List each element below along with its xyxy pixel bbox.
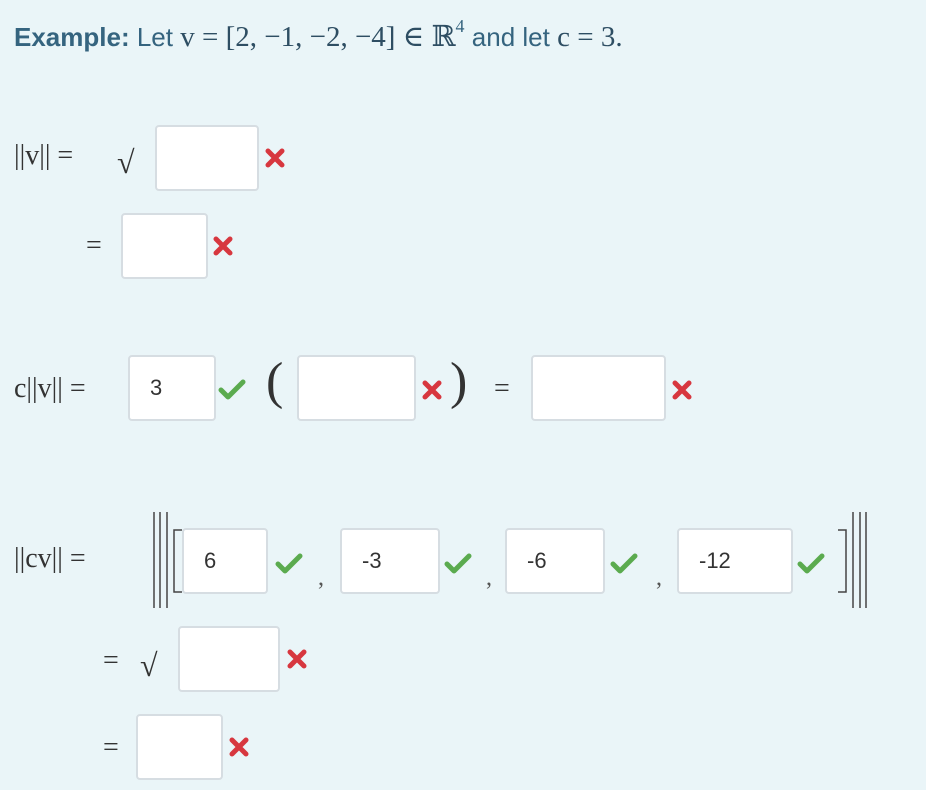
- vector-definition: v = [2, −1, −2, −4] ∈ ℝ: [180, 21, 456, 53]
- comma-separator: ,: [318, 565, 324, 591]
- c-norm-v-result-input[interactable]: [531, 355, 666, 421]
- equals-sign: =: [494, 373, 510, 404]
- correct-check-icon: [444, 553, 472, 574]
- norm-cv-label: ||cv|| =: [14, 543, 86, 574]
- equals-sign: =: [103, 645, 119, 676]
- open-paren: (: [266, 353, 284, 410]
- and-let-text: and let: [471, 22, 550, 52]
- close-paren: ): [450, 353, 468, 410]
- correct-check-icon: [275, 553, 303, 574]
- incorrect-x-icon: [287, 649, 307, 669]
- norm-v-result-input[interactable]: [121, 213, 208, 279]
- correct-check-icon: [218, 379, 246, 400]
- norm-cv-result-input[interactable]: [136, 714, 223, 780]
- correct-check-icon: [797, 553, 825, 574]
- component-input-4[interactable]: -12: [677, 528, 793, 594]
- left-norm-bracket: [153, 512, 182, 608]
- incorrect-x-icon: [229, 737, 249, 757]
- norm-cv-sqrt-input[interactable]: [178, 626, 280, 692]
- example-label: Example:: [14, 22, 130, 52]
- norm-v-sqrt-input[interactable]: [155, 125, 259, 191]
- correct-check-icon: [610, 553, 638, 574]
- comma-separator: ,: [486, 565, 492, 591]
- equals-sign: =: [86, 230, 102, 261]
- incorrect-x-icon: [422, 380, 442, 400]
- sqrt-icon: √: [117, 144, 135, 180]
- norm-v-label: ||v|| =: [14, 140, 74, 171]
- incorrect-x-icon: [265, 148, 285, 168]
- scalar-c-input[interactable]: 3: [128, 355, 216, 421]
- component-input-2[interactable]: -3: [340, 528, 440, 594]
- right-norm-bracket: [838, 512, 867, 608]
- scalar-definition: c = 3.: [557, 21, 623, 53]
- dimension-superscript: 4: [455, 16, 465, 36]
- component-input-3[interactable]: -6: [505, 528, 605, 594]
- incorrect-x-icon: [213, 236, 233, 256]
- let-text: Let: [136, 22, 173, 52]
- problem-statement: Example: Let v = [2, −1, −2, −4] ∈ ℝ4 an…: [14, 16, 623, 54]
- inner-norm-input[interactable]: [297, 355, 416, 421]
- sqrt-icon: √: [140, 647, 158, 683]
- incorrect-x-icon: [672, 380, 692, 400]
- comma-separator: ,: [656, 565, 662, 591]
- c-norm-v-label: c||v|| =: [14, 373, 86, 404]
- component-input-1[interactable]: 6: [182, 528, 268, 594]
- equals-sign: =: [103, 732, 119, 763]
